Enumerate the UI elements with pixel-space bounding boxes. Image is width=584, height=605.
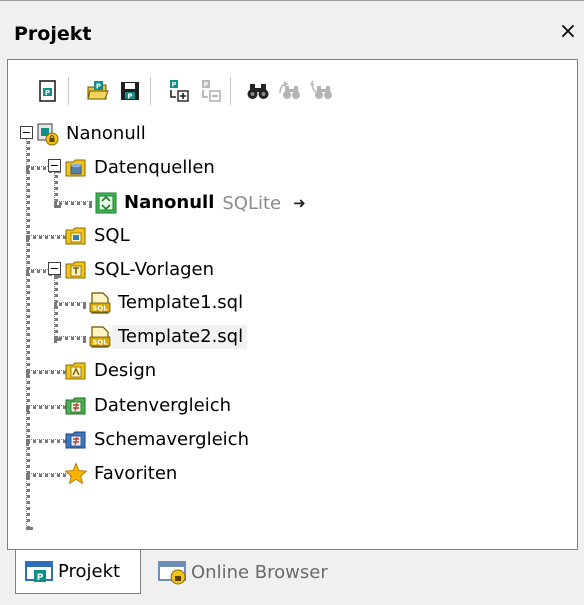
svg-text:P: P	[127, 93, 132, 101]
tree-node-label: Design	[94, 360, 157, 381]
panel-title: Projekt	[14, 23, 92, 45]
tree-node-label: Template1.sql	[118, 292, 244, 313]
project-root-icon	[37, 123, 59, 146]
tree-node-template1[interactable]: SQL Template1.sql	[88, 289, 247, 317]
add-to-project-button[interactable]: P	[166, 79, 190, 103]
tree-node-template2[interactable]: SQL Template2.sql	[88, 323, 248, 351]
project-content: P P P P P Nanonull Datenquellen Nanonull…	[7, 59, 578, 550]
sql-file-icon: SQL	[89, 292, 111, 314]
tree-node-favoriten[interactable]: Favoriten	[64, 460, 181, 488]
tree-node-label: Nanonull	[66, 123, 146, 144]
remove-from-project-icon: P	[202, 80, 221, 102]
project-tree: Nanonull Datenquellen Nanonull SQLite ➜ …	[8, 112, 577, 549]
tree-node-label: Schemavergleich	[94, 429, 249, 450]
tree-connector	[54, 201, 92, 205]
folder-datasources-icon	[65, 159, 86, 177]
project-toolbar: P P P P P	[10, 62, 575, 111]
folder-schema-compare-icon	[65, 431, 86, 449]
folder-data-compare-icon	[65, 397, 86, 415]
tree-connector	[54, 275, 58, 341]
tree-node-root[interactable]: Nanonull	[36, 120, 150, 148]
tree-node-datasource[interactable]: Nanonull SQLite ➜	[94, 189, 306, 217]
tree-node-datenvergleich[interactable]: Datenvergleich	[64, 392, 235, 420]
tree-node-sql-vorlagen[interactable]: SQL-Vorlagen	[64, 256, 218, 284]
svg-text:SQL: SQL	[92, 339, 108, 347]
svg-text:SQL: SQL	[92, 305, 108, 313]
svg-text:P: P	[37, 573, 44, 583]
collapse-toggle[interactable]	[48, 159, 61, 172]
collapse-toggle[interactable]	[20, 126, 33, 139]
svg-text:P: P	[96, 83, 101, 91]
tree-node-label: Nanonull	[124, 192, 215, 213]
tree-node-datenquellen[interactable]: Datenquellen	[64, 154, 219, 182]
tree-node-label: Datenvergleich	[94, 395, 232, 416]
add-to-project-icon: P	[170, 80, 189, 102]
tree-node-label: Favoriten	[94, 463, 178, 484]
toolbar-separator	[68, 77, 69, 105]
find-icon	[247, 84, 269, 99]
save-project-icon: P	[121, 82, 139, 101]
tab-label: Projekt	[58, 561, 121, 582]
panel-titlebar: Projekt ×	[0, 1, 584, 59]
star-icon	[64, 462, 88, 485]
connect-arrow-icon[interactable]: ➜	[293, 194, 306, 212]
tree-node-label: SQL	[94, 225, 130, 246]
tree-node-label: Datenquellen	[94, 157, 215, 178]
svg-text:P: P	[172, 81, 177, 89]
tree-node-label: SQL-Vorlagen	[94, 259, 215, 280]
tab-online-browser[interactable]: Online Browser	[149, 550, 369, 594]
save-project-button[interactable]: P	[118, 79, 142, 103]
tab-label: Online Browser	[191, 561, 328, 583]
open-project-icon: P	[87, 81, 109, 100]
sql-file-icon: SQL	[89, 326, 111, 348]
find-next-button[interactable]	[278, 79, 302, 103]
svg-text:P: P	[45, 89, 50, 97]
folder-sql-icon	[65, 227, 86, 245]
new-project-icon: P	[39, 80, 56, 102]
online-browser-tab-icon	[158, 561, 186, 585]
panel-tabs: P Projekt Online Browser	[7, 550, 578, 598]
tree-node-design[interactable]: Design	[64, 357, 160, 385]
folder-templates-icon	[65, 261, 86, 279]
find-next-icon	[279, 81, 300, 99]
project-tab-icon: P	[25, 560, 53, 583]
datasource-connection-icon	[95, 192, 117, 214]
toolbar-separator	[230, 77, 231, 105]
toolbar-separator	[150, 77, 151, 105]
close-button[interactable]: ×	[556, 19, 580, 45]
find-previous-button[interactable]	[310, 79, 334, 103]
find-button[interactable]	[246, 79, 270, 103]
tab-projekt[interactable]: P Projekt	[15, 550, 141, 594]
tree-node-sql[interactable]: SQL	[64, 222, 134, 250]
open-project-button[interactable]: P	[86, 79, 110, 103]
tree-node-schemavergleich[interactable]: Schemavergleich	[64, 426, 253, 454]
tree-connector	[54, 302, 86, 306]
tree-connector	[54, 336, 86, 340]
find-previous-icon	[310, 80, 332, 99]
project-panel: Projekt × P P P P P Nanonull Datenquelle…	[0, 0, 584, 605]
remove-from-project-button[interactable]: P	[198, 79, 222, 103]
collapse-toggle[interactable]	[48, 262, 61, 275]
tree-connector	[26, 134, 30, 530]
folder-design-icon	[65, 362, 86, 380]
new-project-button[interactable]: P	[36, 79, 60, 103]
datasource-type: SQLite	[222, 192, 282, 214]
svg-text:P: P	[204, 81, 209, 89]
tree-node-label: Template2.sql	[112, 325, 248, 349]
